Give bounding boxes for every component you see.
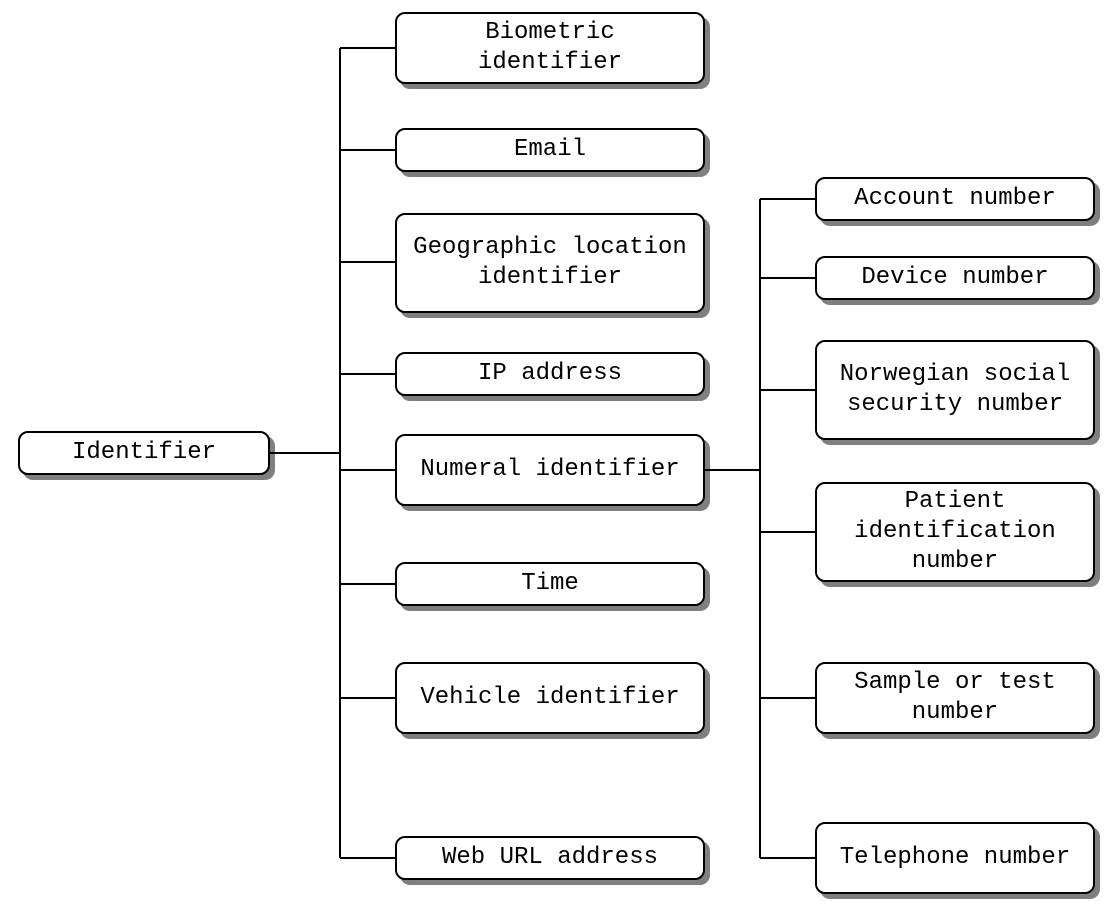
node-label: Account number [854, 184, 1056, 214]
node-label: Norwegian social security number [827, 360, 1083, 420]
node-numeral-identifier: Numeral identifier [395, 434, 705, 506]
node-label: Patient identification number [827, 487, 1083, 577]
node-account-number: Account number [815, 177, 1095, 221]
node-norwegian-social-security-number: Norwegian social security number [815, 340, 1095, 440]
node-label: IP address [478, 359, 622, 389]
node-label: Time [521, 569, 579, 599]
node-label: Telephone number [840, 843, 1070, 873]
node-label: Identifier [72, 438, 216, 468]
node-email: Email [395, 128, 705, 172]
node-label: Numeral identifier [420, 455, 679, 485]
node-telephone-number: Telephone number [815, 822, 1095, 894]
node-label: Vehicle identifier [420, 683, 679, 713]
node-label: Email [514, 135, 586, 165]
node-label: Biometric identifier [407, 18, 693, 78]
node-identifier: Identifier [18, 431, 270, 475]
node-label: Geographic location identifier [407, 233, 693, 293]
node-patient-identification-number: Patient identification number [815, 482, 1095, 582]
node-sample-or-test-number: Sample or test number [815, 662, 1095, 734]
node-device-number: Device number [815, 256, 1095, 300]
node-vehicle-identifier: Vehicle identifier [395, 662, 705, 734]
node-web-url-address: Web URL address [395, 836, 705, 880]
node-label: Device number [861, 263, 1048, 293]
node-ip-address: IP address [395, 352, 705, 396]
node-biometric-identifier: Biometric identifier [395, 12, 705, 84]
node-geographic-location-identifier: Geographic location identifier [395, 213, 705, 313]
node-label: Sample or test number [827, 668, 1083, 728]
node-label: Web URL address [442, 843, 658, 873]
node-time: Time [395, 562, 705, 606]
